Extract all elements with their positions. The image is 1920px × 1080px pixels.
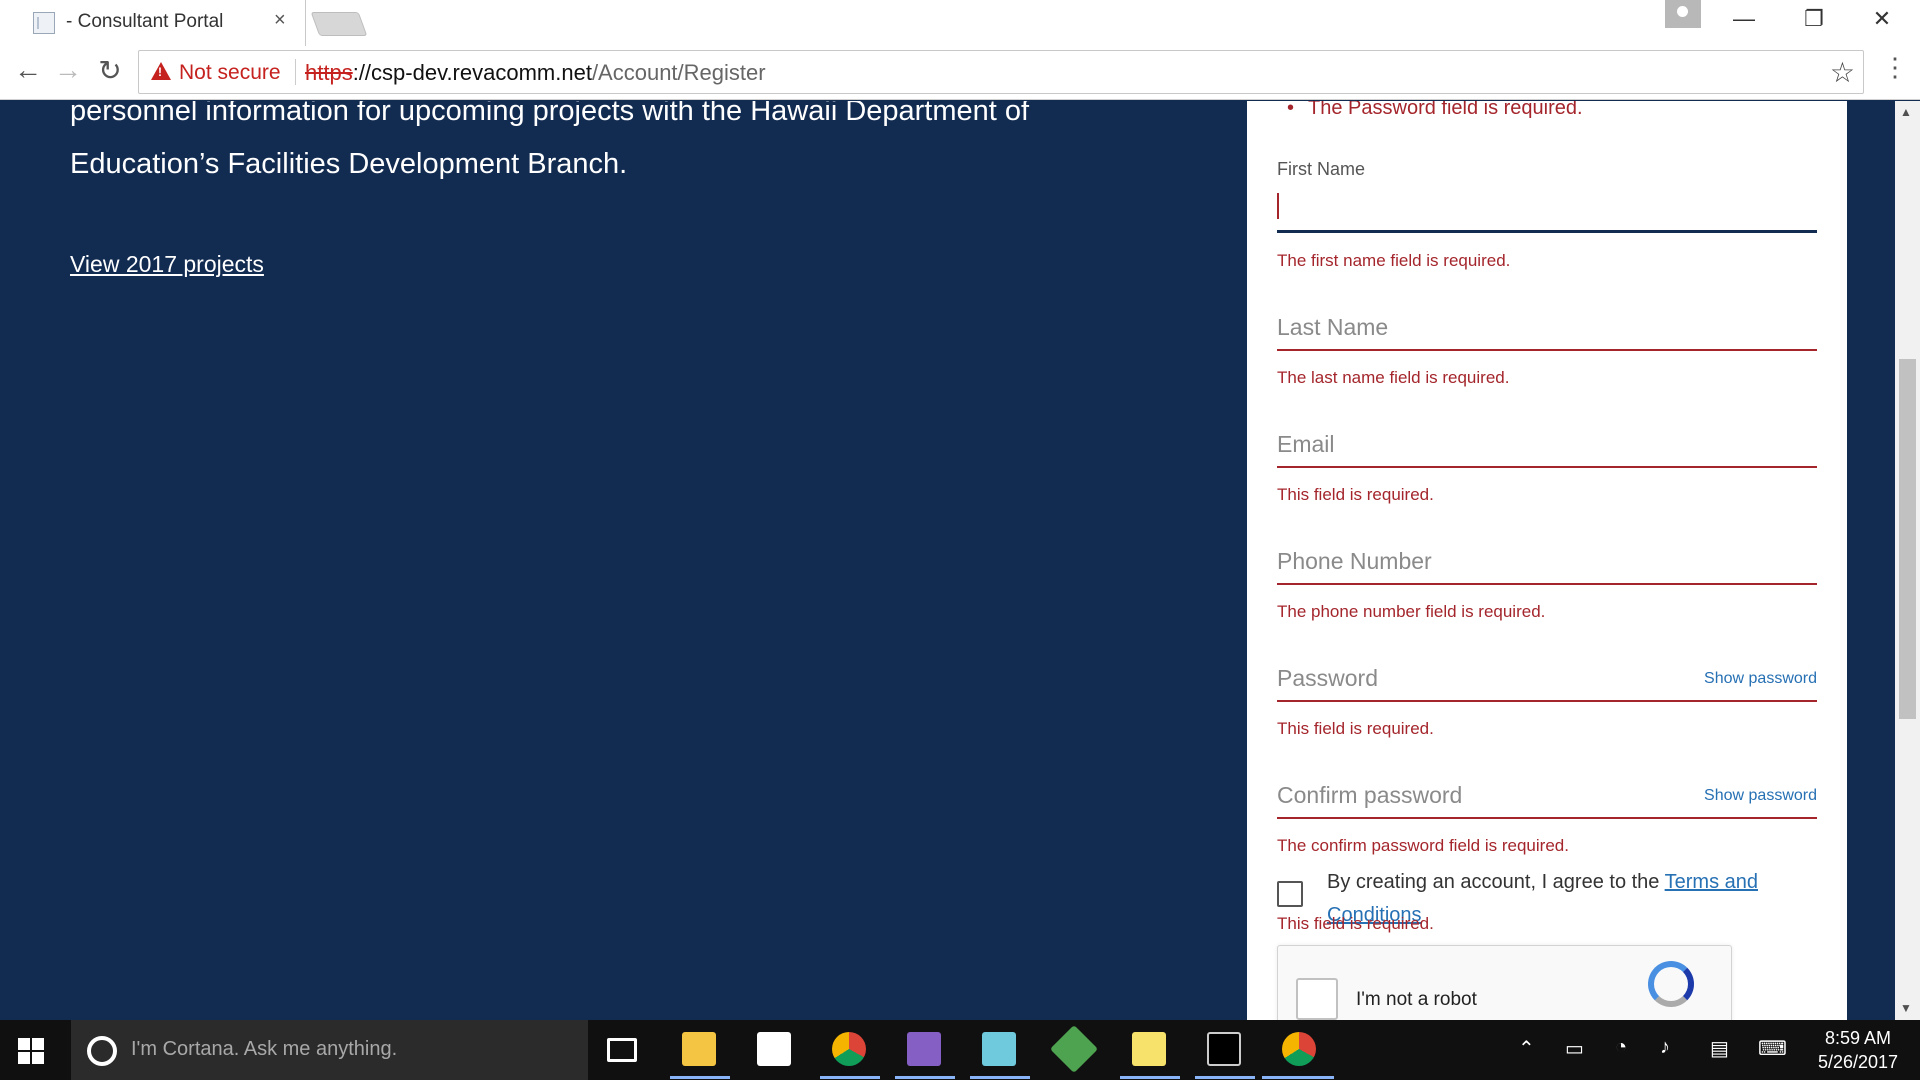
text-caret [1277, 193, 1279, 219]
first-name-error: The first name field is required. [1277, 251, 1511, 270]
register-form-panel: The Password field is required. First Na… [1247, 101, 1847, 1020]
last-name-error: The last name field is required. [1277, 368, 1510, 387]
visual-studio-icon[interactable] [907, 1032, 941, 1066]
git-client-icon[interactable] [1049, 1024, 1099, 1074]
first-name-field[interactable]: First Name The first name field is requi… [1277, 159, 1817, 270]
phone-number-underline [1277, 583, 1817, 585]
url-text[interactable]: https://csp-dev.revacomm.net/Account/Reg… [305, 60, 766, 86]
running-indicator [970, 1076, 1030, 1079]
running-indicator [820, 1076, 880, 1079]
start-pane-icon [18, 1038, 30, 1050]
terms-checkbox[interactable] [1277, 881, 1303, 907]
file-explorer-icon[interactable] [682, 1032, 716, 1066]
running-indicator [895, 1076, 955, 1079]
back-arrow-icon[interactable]: ← [10, 54, 46, 86]
last-name-underline [1277, 349, 1817, 351]
profile-icon[interactable] [1665, 0, 1701, 28]
cortana-search-box[interactable]: I'm Cortana. Ask me anything. [71, 1020, 588, 1080]
command-prompt-icon[interactable] [1207, 1032, 1241, 1066]
phone-number-placeholder: Phone Number [1277, 548, 1432, 574]
minimize-icon[interactable]: — [1724, 6, 1764, 32]
sticky-notes-icon[interactable] [1132, 1032, 1166, 1066]
email-placeholder: Email [1277, 431, 1335, 457]
new-tab-button[interactable] [310, 12, 368, 36]
view-projects-link[interactable]: View 2017 projects [70, 251, 264, 278]
browser-toolbar: ← → ↻ Not secure https://csp-dev.revacom… [0, 46, 1920, 100]
task-view-icon[interactable] [607, 1038, 637, 1062]
url-scheme: https [305, 60, 353, 85]
chrome-icon[interactable] [832, 1032, 866, 1066]
recaptcha-widget: I'm not a robot [1277, 945, 1732, 1020]
security-indicator[interactable]: Not secure [179, 61, 281, 85]
phone-number-error: The phone number field is required. [1277, 602, 1546, 621]
recaptcha-checkbox[interactable] [1296, 978, 1338, 1020]
running-indicator [1195, 1076, 1255, 1079]
scroll-up-icon[interactable]: ▲ [1900, 105, 1912, 119]
cortana-icon [87, 1036, 117, 1066]
show-password-button[interactable]: Show password [1704, 670, 1817, 688]
hero-paragraph: personnel information for upcoming proje… [70, 101, 1030, 180]
system-clock[interactable]: 8:59 AM 5/26/2017 [1808, 1026, 1908, 1074]
confirm-password-underline [1277, 817, 1817, 819]
validation-summary-item: The Password field is required. [1287, 101, 1583, 120]
show-confirm-password-button[interactable]: Show password [1704, 787, 1817, 805]
recaptcha-label: I'm not a robot [1356, 989, 1477, 1010]
start-pane-icon [18, 1052, 30, 1064]
recaptcha-logo-icon [1648, 961, 1694, 1007]
email-underline [1277, 466, 1817, 468]
tab-close-icon[interactable]: × [274, 9, 286, 32]
active-window-indicator [1262, 1076, 1334, 1079]
running-indicator [670, 1076, 730, 1079]
terms-prefix: By creating an account, I agree to the [1327, 871, 1665, 893]
tab-title: - Consultant Portal [66, 11, 224, 32]
tray-chevron-icon[interactable]: ⌃ [1518, 1036, 1535, 1061]
battery-icon[interactable]: ▭ [1565, 1036, 1584, 1061]
wifi-icon[interactable]: ◔ [1615, 1036, 1627, 1059]
start-pane-icon [32, 1038, 44, 1050]
action-center-icon[interactable]: ▤ [1710, 1036, 1729, 1061]
store-icon[interactable] [757, 1032, 791, 1066]
chrome-active-icon[interactable] [1282, 1032, 1316, 1066]
windows-taskbar: I'm Cortana. Ask me anything. ⌃ ▭ ◔ ♪ ▤ … [0, 1020, 1920, 1080]
last-name-placeholder: Last Name [1277, 314, 1389, 340]
warning-triangle-icon [151, 62, 171, 80]
clock-time: 8:59 AM [1824, 1028, 1892, 1048]
confirm-password-error: The confirm password field is required. [1277, 836, 1569, 855]
password-placeholder: Password [1277, 665, 1378, 691]
terms-error: This field is required. [1277, 914, 1434, 933]
windows-start-icon[interactable] [18, 1038, 44, 1064]
clock-date: 5/26/2017 [1817, 1052, 1899, 1072]
slack-icon[interactable] [982, 1032, 1016, 1066]
scroll-down-icon[interactable]: ▼ [1900, 1001, 1912, 1015]
browser-titlebar: - Consultant Portal × — ❐ ✕ [0, 0, 1920, 46]
omnibox-separator [295, 59, 296, 85]
keyboard-icon[interactable]: ⌨ [1758, 1036, 1787, 1061]
url-path: /Account/Register [591, 60, 766, 85]
running-indicator [1120, 1076, 1180, 1079]
first-name-underline [1277, 230, 1817, 233]
reload-icon[interactable]: ↻ [92, 54, 128, 87]
window-close-icon[interactable]: ✕ [1862, 6, 1902, 32]
restore-icon[interactable]: ❐ [1794, 6, 1834, 32]
bookmark-star-icon[interactable]: ☆ [1830, 56, 1855, 89]
password-underline [1277, 700, 1817, 702]
address-bar[interactable]: Not secure https://csp-dev.revacomm.net/… [138, 50, 1864, 94]
url-host: ://csp-dev.revacomm.net [352, 60, 592, 85]
confirm-password-placeholder: Confirm password [1277, 782, 1463, 808]
page-scrollbar[interactable]: ▲ ▼ [1895, 101, 1920, 1020]
cortana-placeholder: I'm Cortana. Ask me anything. [131, 1038, 398, 1060]
password-error: This field is required. [1277, 719, 1434, 738]
browser-menu-icon[interactable]: ⋮ [1880, 52, 1910, 83]
email-error: This field is required. [1277, 485, 1434, 504]
first-name-label: First Name [1277, 159, 1366, 179]
scroll-thumb[interactable] [1899, 359, 1916, 719]
browser-tab-active[interactable]: - Consultant Portal × [0, 0, 306, 46]
page-favicon-icon [33, 12, 55, 34]
forward-arrow-icon[interactable]: → [50, 54, 86, 86]
volume-muted-icon[interactable]: ♪ [1660, 1036, 1670, 1059]
start-pane-icon [32, 1052, 44, 1064]
page-content: personnel information for upcoming proje… [0, 101, 1902, 1020]
